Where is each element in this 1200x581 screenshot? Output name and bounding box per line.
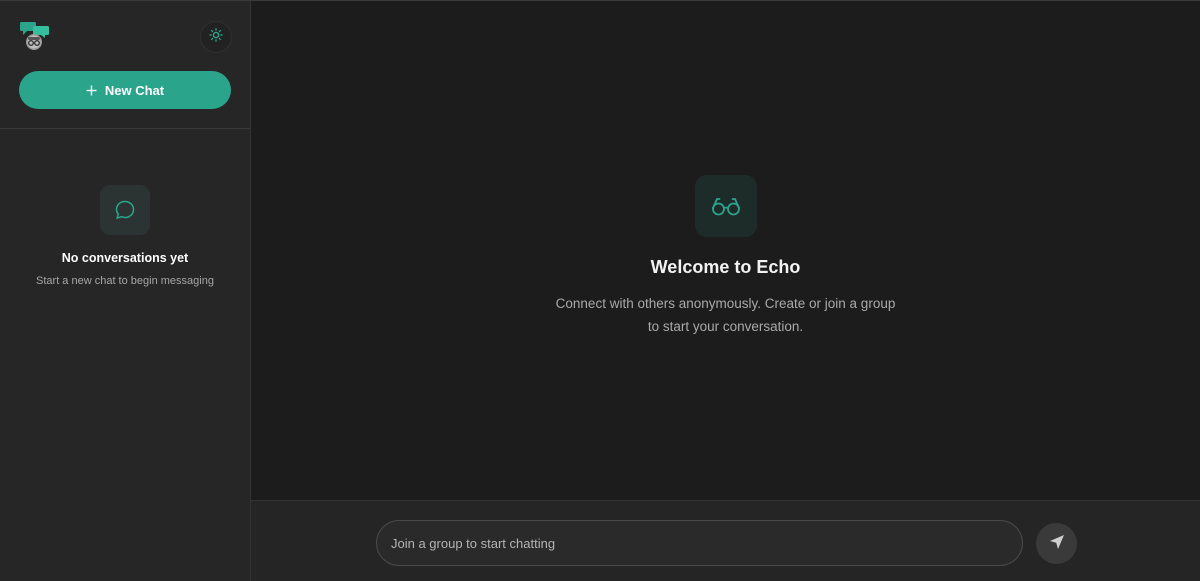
- chat-bubbles-logo-icon: [19, 20, 51, 52]
- main-panel: Welcome to Echo Connect with others anon…: [251, 1, 1200, 581]
- send-button[interactable]: [1036, 523, 1077, 564]
- plus-icon: [86, 85, 97, 96]
- empty-state-title: No conversations yet: [61, 251, 189, 265]
- sidebar-header: New Chat: [0, 1, 250, 129]
- empty-conversations: No conversations yet Start a new chat to…: [0, 185, 250, 287]
- send-icon: [1049, 534, 1065, 553]
- welcome-title: Welcome to Echo: [650, 257, 801, 277]
- chat-bubble-icon: [100, 185, 150, 235]
- glasses-icon: [694, 175, 757, 237]
- welcome-section: Welcome to Echo Connect with others anon…: [251, 175, 1200, 338]
- app-window: New Chat No conversations yet Start a ne…: [0, 0, 1200, 581]
- empty-state-subtitle: Start a new chat to begin messaging: [36, 275, 214, 287]
- message-input[interactable]: [376, 520, 1023, 566]
- new-chat-button[interactable]: New Chat: [19, 71, 231, 109]
- welcome-description: Connect with others anonymously. Create …: [555, 296, 896, 334]
- theme-toggle-button[interactable]: [200, 21, 232, 53]
- sidebar: New Chat No conversations yet Start a ne…: [0, 1, 251, 581]
- new-chat-label: New Chat: [104, 82, 165, 98]
- message-composer: [251, 500, 1200, 581]
- sun-icon: [209, 27, 223, 47]
